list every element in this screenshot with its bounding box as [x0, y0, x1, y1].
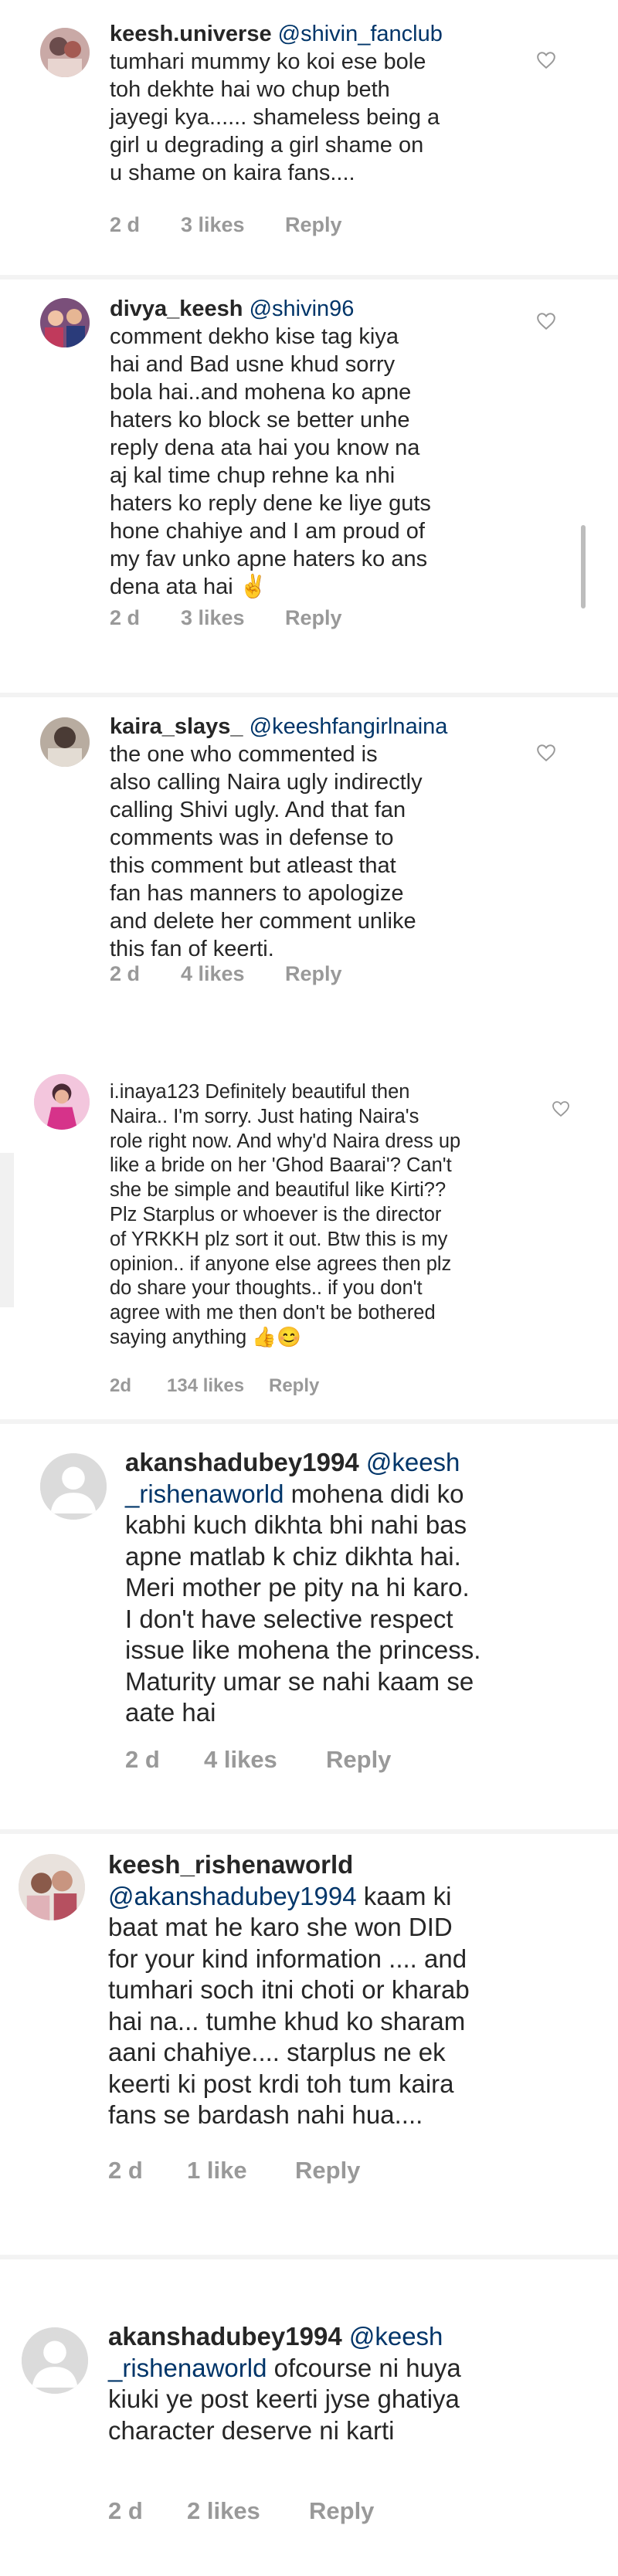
comment-meta: 2d 134 likes Reply	[110, 1375, 319, 1397]
reply-button[interactable]: Reply	[326, 1746, 391, 1774]
scrollbar[interactable]	[581, 525, 586, 608]
comment-mention[interactable]: @shivin_fanclub	[278, 22, 443, 46]
reply-button[interactable]: Reply	[285, 962, 342, 986]
comment-likes[interactable]: 3 likes	[181, 213, 285, 237]
heart-outline-icon[interactable]	[552, 1100, 570, 1117]
comment-7: akanshadubey1994 @keesh _rishenaworld of…	[0, 2259, 618, 2576]
comment-text: akanshadubey1994 @keesh _rishenaworld mo…	[125, 1447, 589, 1729]
default-avatar-icon[interactable]	[40, 1453, 107, 1520]
comment-time: 2 d	[125, 1746, 160, 1773]
comment-likes[interactable]: 134 likes	[167, 1375, 269, 1397]
comment-text: keesh.universe @shivin_fanclub tumhari m…	[110, 20, 542, 187]
reply-button[interactable]: Reply	[285, 606, 342, 630]
avatar[interactable]	[34, 1074, 90, 1130]
comment-text: akanshadubey1994 @keesh _rishenaworld of…	[108, 2321, 587, 2446]
comment-body: comment dekho kise tag kiya hai and Bad …	[110, 324, 431, 599]
heart-outline-icon[interactable]	[536, 744, 556, 762]
avatar[interactable]	[19, 1854, 85, 1920]
comment-6: keesh_rishenaworld @akanshadubey1994 kaa…	[0, 1834, 618, 2255]
comment-mention[interactable]: @shivin96	[250, 297, 355, 321]
comment-meta: 2 d 4 likes Reply	[125, 1746, 391, 1774]
comment-4: i.inaya123 Definitely beautiful then Nai…	[0, 1037, 618, 1423]
avatar[interactable]	[40, 717, 90, 767]
comment-username[interactable]: akanshadubey1994	[125, 1448, 359, 1476]
reply-button[interactable]: Reply	[309, 2497, 374, 2525]
comment-meta: 2 d 3 likes Reply	[110, 606, 342, 630]
comment-meta: 2 d 4 likes Reply	[110, 962, 342, 986]
reply-button[interactable]: Reply	[295, 2157, 360, 2185]
comment-2: divya_keesh @shivin96 comment dekho kise…	[0, 280, 618, 693]
comment-username[interactable]: keesh.universe	[110, 22, 272, 46]
comment-text: keesh_rishenaworld @akanshadubey1994 kaa…	[108, 1849, 587, 2131]
comment-likes[interactable]: 2 likes	[187, 2497, 309, 2525]
heart-outline-icon[interactable]	[536, 312, 556, 330]
comment-text: kaira_slays_ @keeshfangirlnaina the one …	[110, 713, 558, 963]
comment-body: kaam ki baat mat he karo she won DID for…	[108, 1881, 470, 2130]
left-edge-shading	[0, 1153, 14, 1307]
comment-body: tumhari mummy ko koi ese bole toh dekhte…	[110, 49, 440, 185]
comment-username[interactable]: keesh_rishenaworld	[108, 1850, 353, 1879]
comment-5: akanshadubey1994 @keesh _rishenaworld mo…	[0, 1424, 618, 1829]
comment-likes[interactable]: 4 likes	[181, 962, 285, 986]
reply-button[interactable]: Reply	[269, 1375, 319, 1397]
comment-text: i.inaya123 Definitely beautiful then Nai…	[110, 1080, 558, 1351]
comment-username[interactable]: i.inaya123	[110, 1081, 199, 1103]
comment-body: Definitely beautiful then Naira.. I'm so…	[110, 1081, 461, 1348]
comment-1: keesh.universe @shivin_fanclub tumhari m…	[0, 0, 618, 278]
comment-likes[interactable]: 4 likes	[204, 1746, 326, 1774]
comment-meta: 2 d 2 likes Reply	[108, 2497, 374, 2525]
comment-time: 2 d	[110, 606, 141, 629]
default-avatar-icon[interactable]	[22, 2327, 88, 2394]
comment-username[interactable]: akanshadubey1994	[108, 2322, 342, 2351]
comment-time: 2 d	[108, 2497, 143, 2524]
comment-time: 2 d	[110, 962, 141, 985]
heart-outline-icon[interactable]	[536, 51, 556, 69]
comment-mention[interactable]: @keeshfangirlnaina	[250, 714, 448, 739]
comment-username[interactable]: kaira_slays_	[110, 714, 243, 739]
reply-button[interactable]: Reply	[285, 213, 342, 237]
comment-text: divya_keesh @shivin96 comment dekho kise…	[110, 295, 558, 601]
comment-likes[interactable]: 3 likes	[181, 606, 285, 630]
comment-meta: 2 d 3 likes Reply	[110, 213, 342, 237]
avatar[interactable]	[40, 298, 90, 347]
comment-3: kaira_slays_ @keeshfangirlnaina the one …	[0, 697, 618, 1037]
comment-body: the one who commented is also calling Na…	[110, 742, 423, 961]
comment-time: 2 d	[108, 2157, 143, 2184]
comment-body: mohena didi ko kabhi kuch dikhta bhi nah…	[125, 1479, 481, 1727]
comment-time: 2d	[110, 1375, 132, 1396]
comment-time: 2 d	[110, 213, 141, 236]
comment-mention[interactable]: @akanshadubey1994	[108, 1882, 357, 1910]
comment-username[interactable]: divya_keesh	[110, 297, 243, 321]
avatar[interactable]	[40, 28, 90, 77]
comment-likes[interactable]: 1 like	[187, 2157, 295, 2185]
comment-meta: 2 d 1 like Reply	[108, 2157, 360, 2185]
